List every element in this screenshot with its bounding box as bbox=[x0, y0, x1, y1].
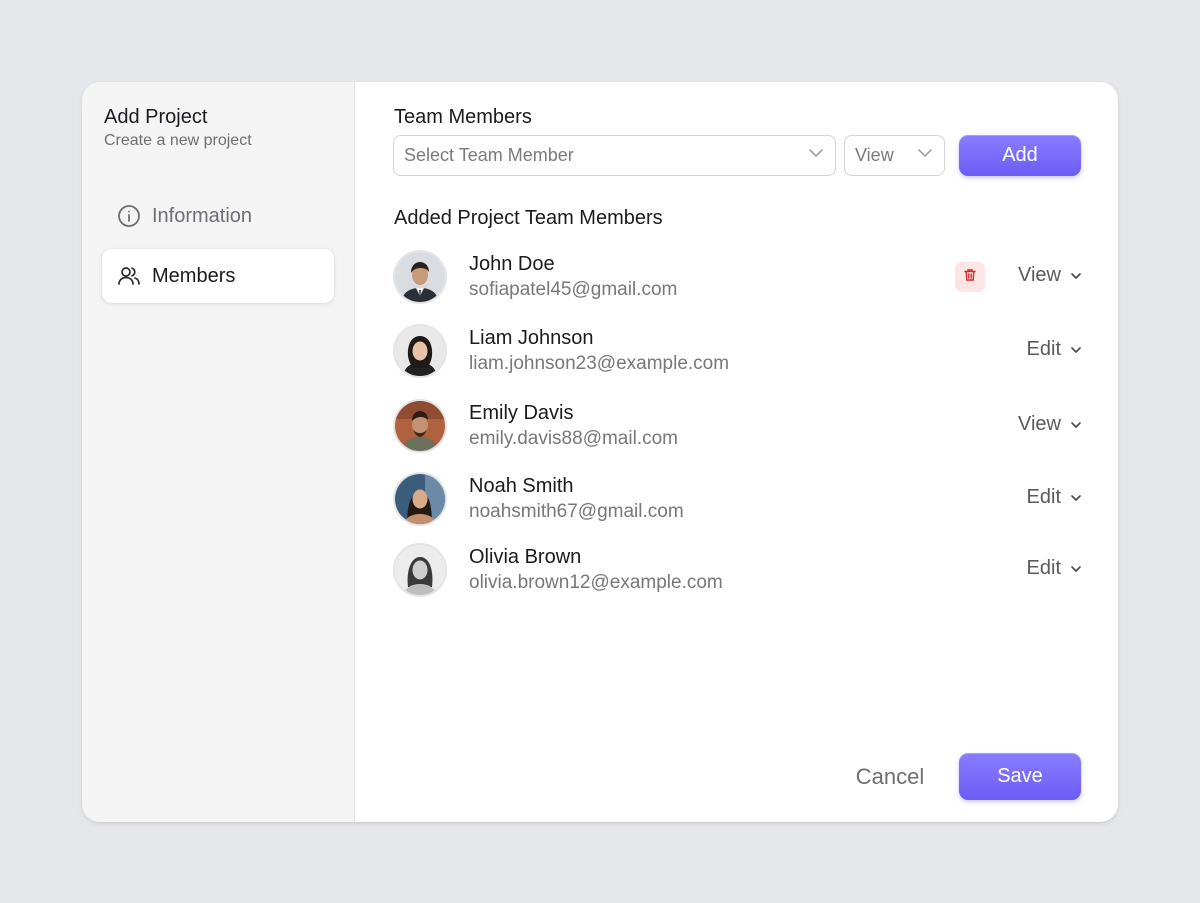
main-panel: Team Members Select Team Member View Add… bbox=[355, 82, 1118, 822]
list-item: John Doe sofiapatel45@gmail.com View bbox=[393, 250, 1083, 306]
avatar bbox=[393, 250, 447, 304]
list-item: Liam Johnson liam.johnson23@example.com … bbox=[393, 324, 1083, 380]
member-role-dropdown[interactable]: Edit bbox=[1027, 486, 1083, 509]
team-members-heading: Team Members bbox=[394, 106, 532, 128]
permission-select[interactable]: View bbox=[844, 135, 945, 176]
added-members-heading: Added Project Team Members bbox=[394, 207, 663, 229]
chevron-down-icon bbox=[1069, 562, 1083, 576]
add-member-button[interactable]: Add bbox=[959, 135, 1081, 176]
member-name: John Doe bbox=[469, 253, 555, 275]
dialog-title: Add Project bbox=[104, 106, 208, 128]
member-role-value: View bbox=[1018, 413, 1061, 435]
sidebar-item-members[interactable]: Members bbox=[102, 249, 334, 303]
cancel-button[interactable]: Cancel bbox=[840, 754, 940, 800]
dialog-subtitle: Create a new project bbox=[104, 132, 252, 149]
member-name: Noah Smith bbox=[469, 475, 574, 497]
list-item: Noah Smith noahsmith67@gmail.com Edit bbox=[393, 472, 1083, 528]
team-member-select[interactable]: Select Team Member bbox=[393, 135, 836, 176]
avatar bbox=[393, 324, 447, 378]
chevron-down-icon bbox=[1069, 343, 1083, 357]
add-project-dialog: Add Project Create a new project Informa… bbox=[82, 82, 1118, 822]
member-role-dropdown[interactable]: Edit bbox=[1027, 557, 1083, 580]
member-email: sofiapatel45@gmail.com bbox=[469, 279, 678, 300]
member-email: olivia.brown12@example.com bbox=[469, 572, 723, 593]
member-role-value: Edit bbox=[1026, 486, 1061, 508]
member-role-dropdown[interactable]: Edit bbox=[1027, 338, 1083, 361]
member-name: Emily Davis bbox=[469, 402, 574, 424]
member-role-dropdown[interactable]: View bbox=[1018, 413, 1083, 436]
member-email: liam.johnson23@example.com bbox=[469, 353, 730, 374]
member-name: Olivia Brown bbox=[469, 546, 582, 568]
member-email: emily.davis88@mail.com bbox=[469, 428, 678, 449]
trash-icon bbox=[963, 268, 977, 287]
chevron-down-icon bbox=[1069, 269, 1083, 283]
list-item: Olivia Brown olivia.brown12@example.com … bbox=[393, 543, 1083, 599]
avatar bbox=[393, 399, 447, 453]
member-role-value: View bbox=[1018, 264, 1061, 286]
member-name: Liam Johnson bbox=[469, 327, 594, 349]
chevron-down-icon bbox=[807, 144, 825, 167]
save-button[interactable]: Save bbox=[959, 753, 1081, 800]
permission-select-value: View bbox=[855, 145, 894, 165]
avatar bbox=[393, 472, 447, 526]
member-role-value: Edit bbox=[1026, 338, 1061, 360]
sidebar-item-label: Information bbox=[152, 204, 253, 227]
chevron-down-icon bbox=[916, 144, 934, 167]
member-role-value: Edit bbox=[1026, 557, 1061, 579]
sidebar: Add Project Create a new project Informa… bbox=[82, 82, 355, 822]
chevron-down-icon bbox=[1069, 491, 1083, 505]
sidebar-item-label: Members bbox=[152, 264, 236, 287]
team-member-select-placeholder: Select Team Member bbox=[404, 145, 574, 165]
info-icon bbox=[116, 203, 142, 229]
delete-member-button[interactable] bbox=[955, 262, 985, 292]
chevron-down-icon bbox=[1069, 418, 1083, 432]
member-role-dropdown[interactable]: View bbox=[1018, 264, 1083, 287]
member-email: noahsmith67@gmail.com bbox=[469, 501, 684, 522]
sidebar-item-information[interactable]: Information bbox=[102, 189, 334, 243]
list-item: Emily Davis emily.davis88@mail.com View bbox=[393, 399, 1083, 455]
users-icon bbox=[116, 263, 142, 289]
avatar bbox=[393, 543, 447, 597]
